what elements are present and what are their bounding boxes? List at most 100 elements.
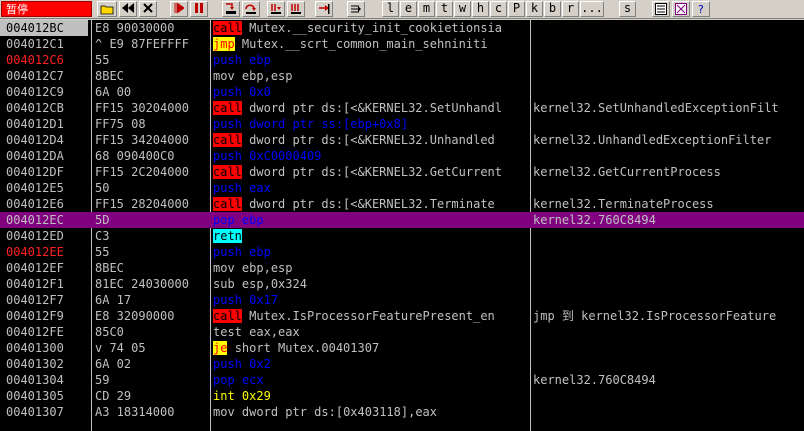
address-cell[interactable]: 004012F1 — [0, 276, 88, 292]
disassembly-row[interactable]: 004012DF FF15 2C204000 call dword ptr ds:[… — [0, 164, 804, 180]
pause-button[interactable] — [190, 1, 208, 17]
hex-dump-cell[interactable]: FF75 08 — [95, 116, 210, 132]
comment-cell[interactable] — [533, 292, 804, 308]
disassembly-cell[interactable]: pop ecx — [213, 372, 529, 388]
window-source-button[interactable]: s — [619, 1, 636, 17]
disassembly-row[interactable]: 004012D4 FF15 34204000 call dword ptr ds:[… — [0, 132, 804, 148]
disassembly-row[interactable]: 004012EE 55 push ebp — [0, 244, 804, 260]
disassembly-cell[interactable]: push 0x17 — [213, 292, 529, 308]
comment-cell[interactable] — [533, 52, 804, 68]
disassembly-cell[interactable]: call dword ptr ds:[<&KERNEL32.Unhandled — [213, 132, 529, 148]
address-cell[interactable]: 004012DA — [0, 148, 88, 164]
disassembly-listing[interactable]: 004012BC E8 90030000 call Mutex.__security… — [0, 20, 804, 431]
address-cell[interactable]: 004012C6 — [0, 52, 88, 68]
comment-cell[interactable] — [533, 228, 804, 244]
hex-dump-cell[interactable]: 5D — [95, 212, 210, 228]
disassembly-cell[interactable]: push ebp — [213, 244, 529, 260]
disassembly-cell[interactable]: je short Mutex.00401307 — [213, 340, 529, 356]
disassembly-cell[interactable]: push eax — [213, 180, 529, 196]
execute-till-return-button[interactable] — [315, 1, 333, 17]
address-cell[interactable]: 00401304 — [0, 372, 88, 388]
hex-dump-cell[interactable]: 8BEC — [95, 260, 210, 276]
comment-cell[interactable] — [533, 148, 804, 164]
disassembly-row[interactable]: 004012EC 5D pop ebp kernel32.760C8494 — [0, 212, 804, 228]
disassembly-cell[interactable]: mov dword ptr ds:[0x403118],eax — [213, 404, 529, 420]
address-cell[interactable]: 004012EE — [0, 244, 88, 260]
disassembly-row[interactable]: 004012E5 50 push eax — [0, 180, 804, 196]
disassembly-row[interactable]: 00401307 A3 18314000 mov dword ptr ds:[0x4… — [0, 404, 804, 420]
disassembly-cell[interactable]: mov ebp,esp — [213, 260, 529, 276]
open-button[interactable] — [97, 1, 117, 17]
comment-cell[interactable] — [533, 68, 804, 84]
comment-cell[interactable] — [533, 244, 804, 260]
window-windows-button[interactable]: w — [454, 1, 471, 17]
disassembly-row[interactable]: 004012D1 FF75 08 push dword ptr ss:[ebp+0x… — [0, 116, 804, 132]
hex-dump-cell[interactable]: 50 — [95, 180, 210, 196]
disassembly-cell[interactable]: sub esp,0x324 — [213, 276, 529, 292]
disassembly-row[interactable]: 004012F1 81EC 24030000 sub esp,0x324 — [0, 276, 804, 292]
restart-button[interactable] — [119, 1, 137, 17]
address-cell[interactable]: 004012F7 — [0, 292, 88, 308]
disassembly-cell[interactable]: retn — [213, 228, 529, 244]
disassembly-row[interactable]: 004012ED C3 retn — [0, 228, 804, 244]
window-callstack-button[interactable]: k — [526, 1, 543, 17]
help-button[interactable]: ? — [692, 1, 710, 17]
disassembly-row[interactable]: 00401302 6A 02 push 0x2 — [0, 356, 804, 372]
window-breakpoints-button[interactable]: b — [544, 1, 561, 17]
comment-cell[interactable] — [533, 388, 804, 404]
address-cell[interactable]: 004012CB — [0, 100, 88, 116]
disassembly-cell[interactable]: int 0x29 — [213, 388, 529, 404]
hex-dump-cell[interactable]: 8BEC — [95, 68, 210, 84]
hex-dump-cell[interactable]: 68 090400C0 — [95, 148, 210, 164]
comment-cell[interactable] — [533, 36, 804, 52]
address-cell[interactable]: 004012FE — [0, 324, 88, 340]
hex-dump-cell[interactable]: v 74 05 — [95, 340, 210, 356]
disassembly-row[interactable]: 004012C6 55 push ebp — [0, 52, 804, 68]
disassembly-cell[interactable]: call Mutex.__security_init_cookietionsia — [213, 20, 529, 36]
window-patches-button[interactable]: P — [508, 1, 525, 17]
window-references-button[interactable]: r — [562, 1, 579, 17]
address-cell[interactable]: 004012D1 — [0, 116, 88, 132]
disassembly-cell[interactable]: push 0xC0000409 — [213, 148, 529, 164]
address-cell[interactable]: 004012EF — [0, 260, 88, 276]
disassembly-cell[interactable]: push 0x2 — [213, 356, 529, 372]
disassembly-cell[interactable]: call dword ptr ds:[<&KERNEL32.GetCurrent — [213, 164, 529, 180]
hex-dump-cell[interactable]: C3 — [95, 228, 210, 244]
address-cell[interactable]: 00401305 — [0, 388, 88, 404]
options-button[interactable] — [652, 1, 670, 17]
disassembly-cell[interactable]: push 0x0 — [213, 84, 529, 100]
disassembly-row[interactable]: 004012BC E8 90030000 call Mutex.__security… — [0, 20, 804, 36]
step-into-button[interactable] — [222, 1, 240, 17]
disassembly-row[interactable]: 004012F7 6A 17 push 0x17 — [0, 292, 804, 308]
comment-cell[interactable] — [533, 276, 804, 292]
hex-dump-cell[interactable]: FF15 28204000 — [95, 196, 210, 212]
comment-cell[interactable] — [533, 116, 804, 132]
close-button[interactable] — [139, 1, 157, 17]
disassembly-cell[interactable]: push dword ptr ss:[ebp+0x8] — [213, 116, 529, 132]
hex-dump-cell[interactable]: FF15 2C204000 — [95, 164, 210, 180]
comment-cell[interactable] — [533, 340, 804, 356]
disassembly-row[interactable]: 004012C9 6A 00 push 0x0 — [0, 84, 804, 100]
disassembly-cell[interactable]: call dword ptr ds:[<&KERNEL32.SetUnhandl — [213, 100, 529, 116]
window-runtrace-button[interactable]: ... — [580, 1, 604, 17]
appearance-button[interactable] — [672, 1, 690, 17]
run-button[interactable] — [170, 1, 188, 17]
hex-dump-cell[interactable]: 55 — [95, 52, 210, 68]
hex-dump-cell[interactable]: 6A 02 — [95, 356, 210, 372]
disassembly-row[interactable]: 004012C1 ^ E9 87FEFFFF jmp Mutex.__scrt_co… — [0, 36, 804, 52]
comment-cell[interactable] — [533, 324, 804, 340]
hex-dump-cell[interactable]: FF15 34204000 — [95, 132, 210, 148]
hex-dump-cell[interactable]: A3 18314000 — [95, 404, 210, 420]
address-cell[interactable]: 004012C7 — [0, 68, 88, 84]
goto-button[interactable] — [347, 1, 365, 17]
disassembly-row[interactable]: 004012EF 8BEC mov ebp,esp — [0, 260, 804, 276]
comment-cell[interactable] — [533, 84, 804, 100]
disassembly-row[interactable]: 004012C7 8BEC mov ebp,esp — [0, 68, 804, 84]
comment-cell[interactable] — [533, 180, 804, 196]
disassembly-row[interactable]: 00401300 v 74 05 je short Mutex.00401307 — [0, 340, 804, 356]
comment-cell[interactable] — [533, 404, 804, 420]
hex-dump-cell[interactable]: 85C0 — [95, 324, 210, 340]
address-cell[interactable]: 004012C9 — [0, 84, 88, 100]
address-cell[interactable]: 004012E5 — [0, 180, 88, 196]
hex-dump-cell[interactable]: E8 90030000 — [95, 20, 210, 36]
